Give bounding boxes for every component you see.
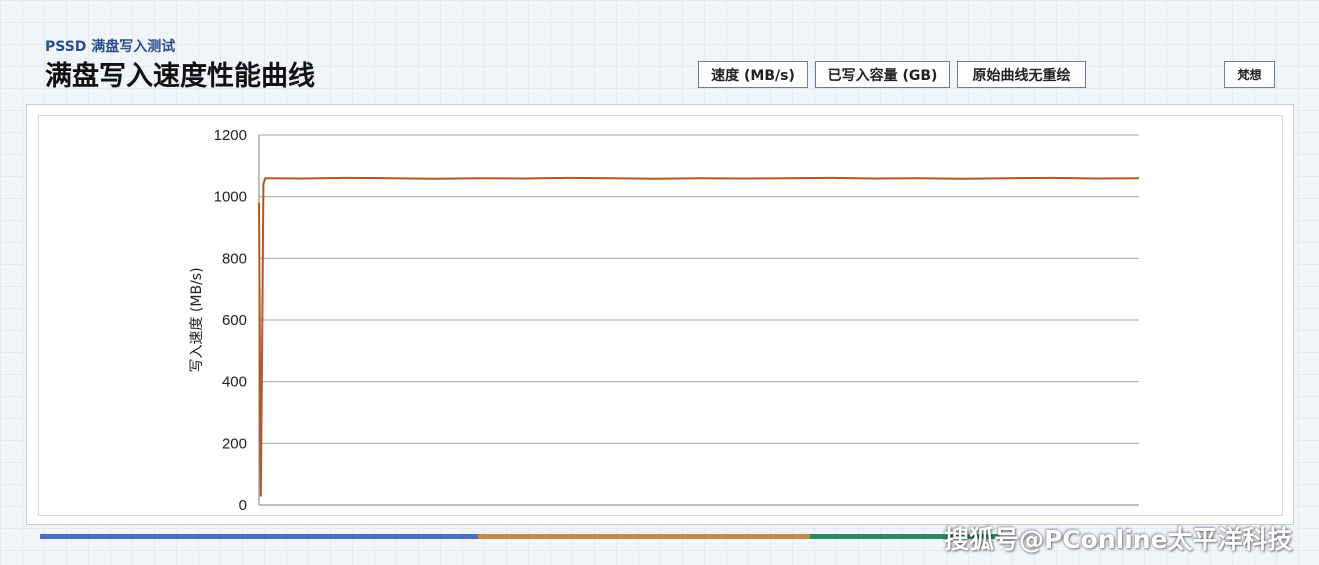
y-tick-label-400: 400 <box>222 374 247 391</box>
y-tick-label-200: 200 <box>222 435 247 452</box>
raw-curve-button[interactable]: 原始曲线无重绘 <box>957 61 1086 88</box>
accent-strip-blue <box>40 534 478 539</box>
page-subtitle: PSSD 满盘写入测试 <box>45 39 176 55</box>
chart-card: 0 200 400 600 800 1000 1200 写入速度 (MB/s) <box>26 104 1294 525</box>
y-tick-label-800: 800 <box>222 250 247 267</box>
y-tick-label-0: 0 <box>239 497 247 514</box>
watermark-text: 搜狐号@PConline太平洋科技 <box>944 525 1293 554</box>
written-capacity-button[interactable]: 已写入容量 (GB) <box>815 61 950 88</box>
y-tick-label-1200: 1200 <box>214 127 247 144</box>
page-title: 满盘写入速度性能曲线 <box>45 61 315 92</box>
series-line-write-speed <box>258 176 1140 497</box>
speed-unit-button[interactable]: 速度 (MB/s) <box>698 61 808 88</box>
y-tick-label-600: 600 <box>222 312 247 329</box>
accent-strip-orange <box>478 534 810 539</box>
y-axis-label: 写入速度 (MB/s) <box>189 267 205 372</box>
chart-frame: 0 200 400 600 800 1000 1200 写入速度 (MB/s) <box>38 115 1283 516</box>
ideas-button[interactable]: 梵想 <box>1224 61 1275 88</box>
speed-line-chart: 0 200 400 600 800 1000 1200 写入速度 (MB/s) <box>189 127 1140 514</box>
header: PSSD 满盘写入测试 满盘写入速度性能曲线 <box>45 38 315 94</box>
y-tick-label-1000: 1000 <box>214 189 247 206</box>
